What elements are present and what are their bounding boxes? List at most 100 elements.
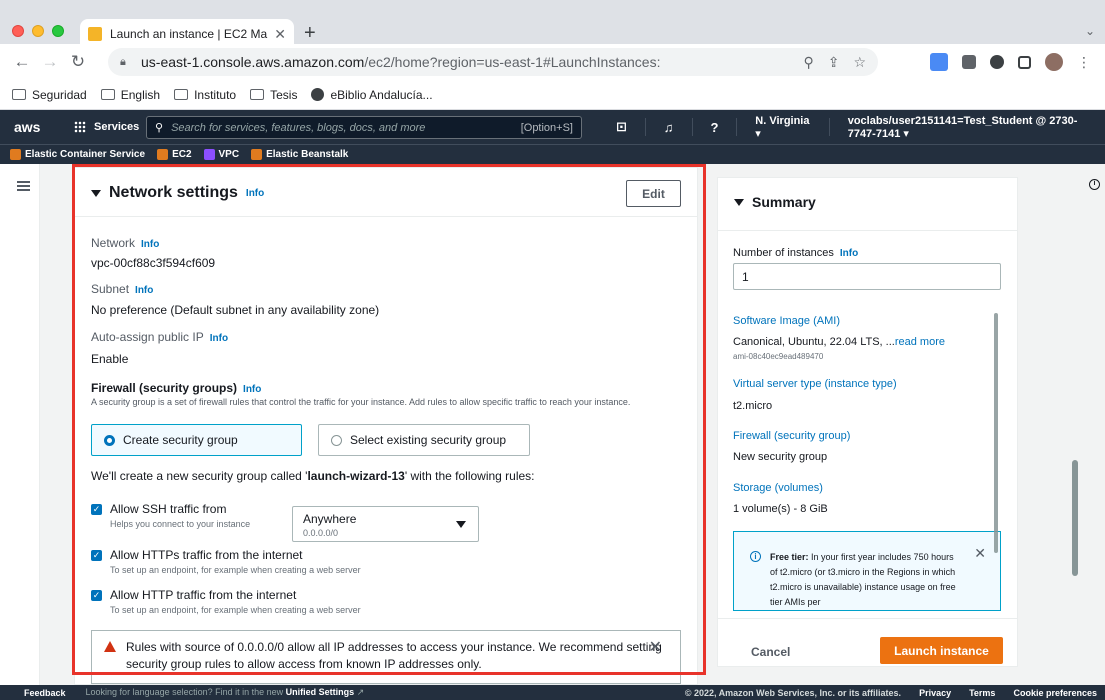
ecs-service-icon (10, 149, 21, 160)
maximize-window-button[interactable] (52, 25, 64, 37)
favorite-ec2[interactable]: EC2 (157, 149, 192, 160)
create-security-group-option[interactable]: Create security group (91, 424, 302, 456)
unified-settings-link[interactable]: Unified Settings (286, 687, 355, 697)
share-icon[interactable]: ⇪ (828, 54, 840, 71)
feedback-link[interactable]: Feedback (24, 688, 66, 698)
region-selector[interactable]: N. Virginia ▾ (755, 115, 811, 140)
folder-icon (100, 89, 115, 100)
bookmark-star-icon[interactable]: ☆ (853, 54, 866, 71)
public-ip-value: Enable (91, 352, 129, 366)
subnet-value: No preference (Default subnet in any ava… (91, 303, 380, 317)
favorite-ecs[interactable]: Elastic Container Service (10, 149, 145, 160)
info-link[interactable]: Info (246, 188, 264, 199)
address-bar[interactable]: 🔒︎ us-east-1.console.aws.amazon.com/ec2/… (108, 48, 878, 76)
network-settings-header[interactable]: Network settings Info (91, 184, 264, 202)
read-more-link[interactable]: read more (895, 336, 945, 348)
page-scrollbar[interactable] (1072, 460, 1078, 576)
launch-instance-button[interactable]: Launch instance (880, 637, 1003, 664)
http-checkbox[interactable]: ✓ (91, 590, 102, 601)
ami-link[interactable]: Software Image (AMI) (733, 315, 840, 327)
instances-input[interactable]: 1 (733, 263, 1001, 290)
close-tab-icon[interactable]: ✕ (274, 26, 286, 43)
aws-search-input[interactable]: ⚲ Search for services, features, blogs, … (146, 116, 582, 139)
info-link[interactable]: Info (243, 384, 261, 395)
info-link[interactable]: Info (210, 333, 228, 344)
close-icon[interactable]: ✕ (974, 546, 986, 561)
page-section-title: Network settings (109, 184, 238, 201)
cancel-button[interactable]: Cancel (751, 645, 790, 659)
http-rule: ✓ Allow HTTP traffic from the internet T… (91, 588, 361, 615)
ami-value: Canonical, Ubuntu, 22.04 LTS, ...read mo… (733, 336, 945, 348)
notifications-bell-icon[interactable]: ♫ (664, 120, 674, 135)
help-icon[interactable]: ? (710, 120, 718, 135)
info-panel-icon[interactable]: i (1089, 179, 1100, 190)
info-link[interactable]: Info (141, 239, 159, 250)
translate-extension-icon[interactable] (930, 53, 948, 71)
tab-menu-chevron-icon[interactable]: ⌄ (1085, 24, 1095, 38)
edit-button[interactable]: Edit (626, 180, 681, 207)
aws-top-nav: aws Services ⚲ Search for services, feat… (0, 110, 1105, 144)
globe-icon (311, 88, 325, 101)
extensions-puzzle-icon[interactable] (990, 55, 1004, 69)
back-arrow-icon[interactable]: ← (8, 52, 36, 72)
profile-avatar[interactable] (1045, 53, 1063, 71)
external-link-icon: ↗ (356, 687, 365, 697)
ssh-rule: ✓ Allow SSH traffic from Helps you conne… (91, 502, 251, 529)
favorite-vpc[interactable]: VPC (203, 149, 239, 160)
reload-icon[interactable]: ↻ (64, 52, 92, 72)
instance-type-value: t2.micro (733, 400, 773, 412)
terms-link[interactable]: Terms (969, 688, 995, 698)
menu-hamburger-icon[interactable] (17, 181, 30, 191)
security-group-name: launch-wizard-13 (307, 469, 405, 483)
services-menu-button[interactable]: Services (74, 121, 139, 133)
search-icon: ⚲ (155, 122, 164, 134)
url-host: us-east-1.console.aws.amazon.com (141, 54, 365, 70)
bookmark-folder[interactable]: Instituto (174, 88, 236, 102)
bookmark-folder[interactable]: English (100, 88, 160, 102)
summary-scrollbar[interactable] (994, 313, 998, 553)
aws-logo[interactable]: aws (14, 119, 44, 135)
aws-favorites-bar: Elastic Container Service EC2 VPC Elasti… (0, 144, 1105, 164)
close-window-button[interactable] (12, 25, 24, 37)
browser-toolbar: ← → ↻ 🔒︎ us-east-1.console.aws.amazon.co… (0, 44, 1105, 80)
storage-link[interactable]: Storage (volumes) (733, 482, 823, 494)
radio-selected-icon (104, 434, 115, 446)
cloudshell-icon[interactable]: ⊡ (616, 119, 627, 135)
side-panel-icon[interactable] (1018, 55, 1031, 69)
caret-down-icon (91, 189, 101, 197)
public-ip-label: Auto-assign public IP Info (91, 330, 229, 344)
https-checkbox[interactable]: ✓ (91, 550, 102, 561)
bookmark-link[interactable]: eBiblio Andalucía... (311, 88, 433, 102)
zoom-icon[interactable]: ⚲ (803, 54, 813, 71)
summary-header[interactable]: Summary (734, 194, 816, 210)
minimize-window-button[interactable] (32, 25, 44, 37)
bookmark-folder[interactable]: Seguridad (12, 88, 87, 102)
browser-menu-icon[interactable]: ⋮ (1077, 54, 1091, 71)
radio-unselected-icon (331, 434, 342, 446)
language-note: Looking for language selection? Find it … (85, 687, 365, 697)
aws-favicon-icon (88, 27, 102, 41)
new-tab-button[interactable]: + (304, 22, 316, 45)
firewall-label: Firewall (security groups) Info (91, 381, 262, 395)
instance-type-link[interactable]: Virtual server type (instance type) (733, 378, 897, 390)
firewall-link[interactable]: Firewall (security group) (733, 430, 850, 442)
select-existing-security-group-option[interactable]: Select existing security group (318, 424, 530, 456)
cookie-preferences-link[interactable]: Cookie preferences (1013, 688, 1097, 698)
close-icon[interactable]: ✕ (649, 639, 662, 656)
instances-label: Number of instances Info (733, 247, 859, 259)
account-menu[interactable]: voclabs/user2151141=Test_Student @ 2730-… (848, 115, 1105, 140)
ssh-source-select[interactable]: Anywhere 0.0.0.0/0 (292, 506, 479, 542)
favorite-beanstalk[interactable]: Elastic Beanstalk (251, 149, 348, 160)
info-link[interactable]: Info (840, 248, 858, 259)
caret-down-icon (734, 198, 744, 206)
tab-title: Launch an instance | EC2 Mana (110, 27, 269, 41)
privacy-link[interactable]: Privacy (919, 688, 951, 698)
bookmark-folder[interactable]: Tesis (250, 88, 297, 102)
https-rule: ✓ Allow HTTPs traffic from the internet … (91, 548, 361, 575)
ec2-service-icon (157, 149, 169, 160)
forward-arrow-icon[interactable]: → (36, 52, 64, 72)
vpn-extension-icon[interactable] (962, 55, 976, 69)
vpc-service-icon (203, 149, 215, 160)
info-link[interactable]: Info (135, 285, 153, 296)
ssh-checkbox[interactable]: ✓ (91, 504, 102, 515)
